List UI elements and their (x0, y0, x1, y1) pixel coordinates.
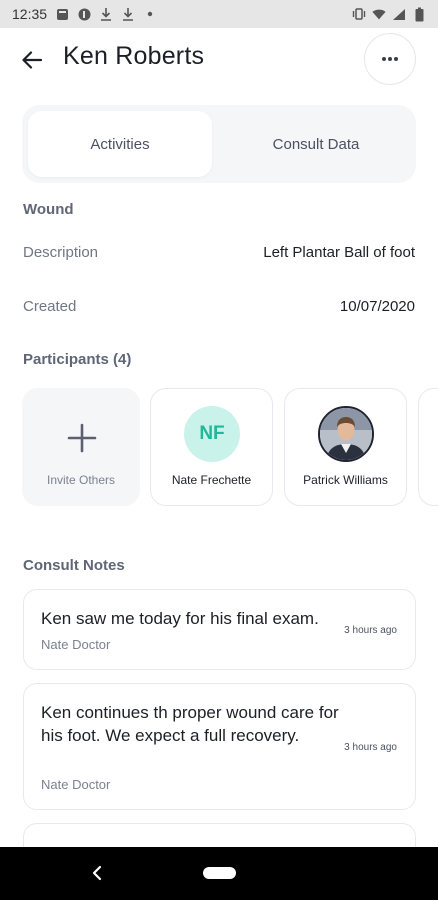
more-horizontal-icon (382, 57, 398, 61)
participant-card[interactable]: NF Nate Frechette (150, 388, 273, 506)
wifi-icon (372, 7, 386, 21)
status-bar: 12:35 (0, 0, 438, 28)
signal-icon (392, 7, 406, 21)
participant-name: Patrick Williams (303, 473, 388, 487)
tab-activities[interactable]: Activities (28, 111, 212, 177)
created-value: 10/07/2020 (339, 298, 415, 315)
participants-section-label: Participants (4) (23, 351, 132, 368)
tab-bar: Activities Consult Data (22, 105, 416, 183)
avatar: NF (184, 406, 240, 462)
participant-card[interactable]: Patrick Williams (284, 388, 407, 506)
back-button[interactable] (14, 42, 50, 78)
consult-note-card[interactable]: Ken saw me today for his final exam. Nat… (23, 589, 416, 670)
note-timestamp: 3 hours ago (344, 742, 397, 753)
download-icon (99, 7, 113, 21)
arrow-left-icon (22, 51, 42, 69)
participant-name: Nate Frechette (171, 473, 252, 487)
note-author: Nate Doctor (41, 777, 111, 792)
notification-icon (55, 7, 69, 21)
invite-others-button[interactable]: Invite Others (22, 388, 140, 506)
consult-note-card[interactable]: Ken continues th proper wound care for h… (23, 683, 416, 810)
nav-home-button[interactable] (203, 867, 236, 879)
participant-card-partial[interactable] (418, 388, 438, 506)
note-timestamp: 3 hours ago (344, 625, 397, 636)
app-notification-icon (77, 7, 91, 21)
download-icon-2 (121, 7, 135, 21)
description-value: Left Plantar Ball of foot (263, 244, 415, 261)
consult-notes-section-label: Consult Notes (23, 557, 125, 574)
status-time: 12:35 (12, 6, 48, 22)
wound-section-label: Wound (23, 201, 74, 218)
tab-consult-data[interactable]: Consult Data (222, 111, 410, 177)
note-author: Nate Doctor (41, 637, 111, 652)
participants-list[interactable]: Invite Others NF Nate Frechette Patrick … (22, 388, 438, 506)
battery-icon (412, 7, 426, 21)
invite-others-label: Invite Others (46, 473, 116, 487)
page-title: Ken Roberts (63, 42, 205, 70)
vibrate-icon (352, 7, 366, 21)
system-navigation-bar (0, 847, 438, 900)
dot-icon (143, 7, 157, 21)
avatar (318, 406, 374, 462)
note-text: Ken continues th proper wound care for h… (41, 703, 339, 745)
app-header: Ken Roberts (0, 28, 438, 90)
nav-back-icon[interactable] (88, 863, 108, 883)
plus-icon (67, 423, 97, 453)
created-label: Created (23, 298, 77, 315)
more-options-button[interactable] (364, 33, 416, 85)
description-label: Description (23, 244, 99, 261)
note-text: Ken saw me today for his final exam. (41, 609, 319, 628)
